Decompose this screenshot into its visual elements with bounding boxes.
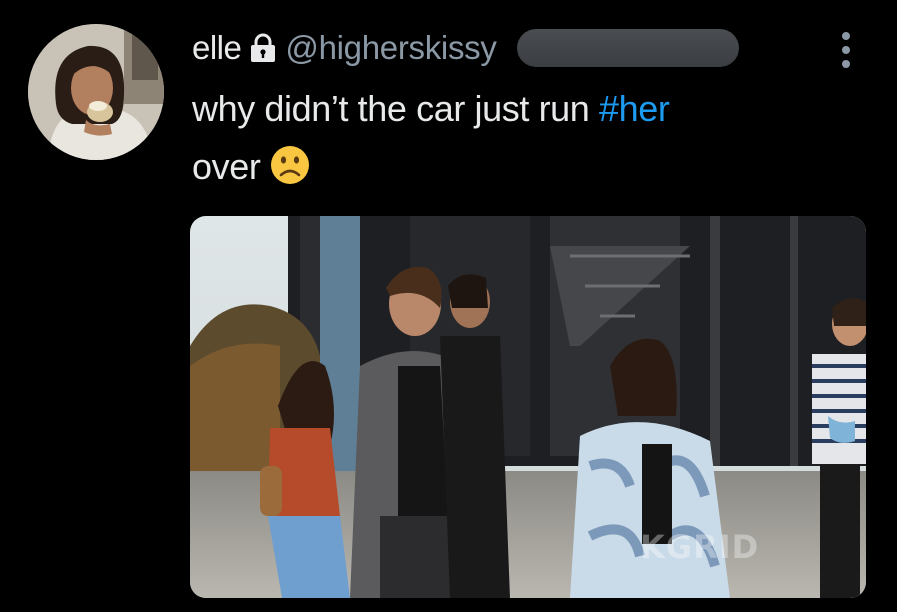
redaction-bar (516, 29, 739, 67)
tweet-media-photo[interactable] (190, 216, 866, 598)
author-handle[interactable]: @higherskissy (285, 29, 496, 67)
hashtag-link[interactable]: #her (599, 88, 670, 129)
tweet-text-end: over (192, 146, 261, 187)
tweet-text-start: why didn’t the car just run (192, 88, 600, 129)
avatar[interactable] (28, 24, 164, 160)
tweet-text: why didn’t the car just run #her over (192, 80, 832, 196)
more-options-icon[interactable] (838, 28, 854, 72)
media-watermark: KGRID (640, 528, 760, 566)
tweet-header: elle @higherskissy (192, 26, 739, 70)
author-name[interactable]: elle (192, 29, 242, 67)
frowning-face-icon (271, 146, 310, 184)
lock-icon (251, 33, 276, 62)
